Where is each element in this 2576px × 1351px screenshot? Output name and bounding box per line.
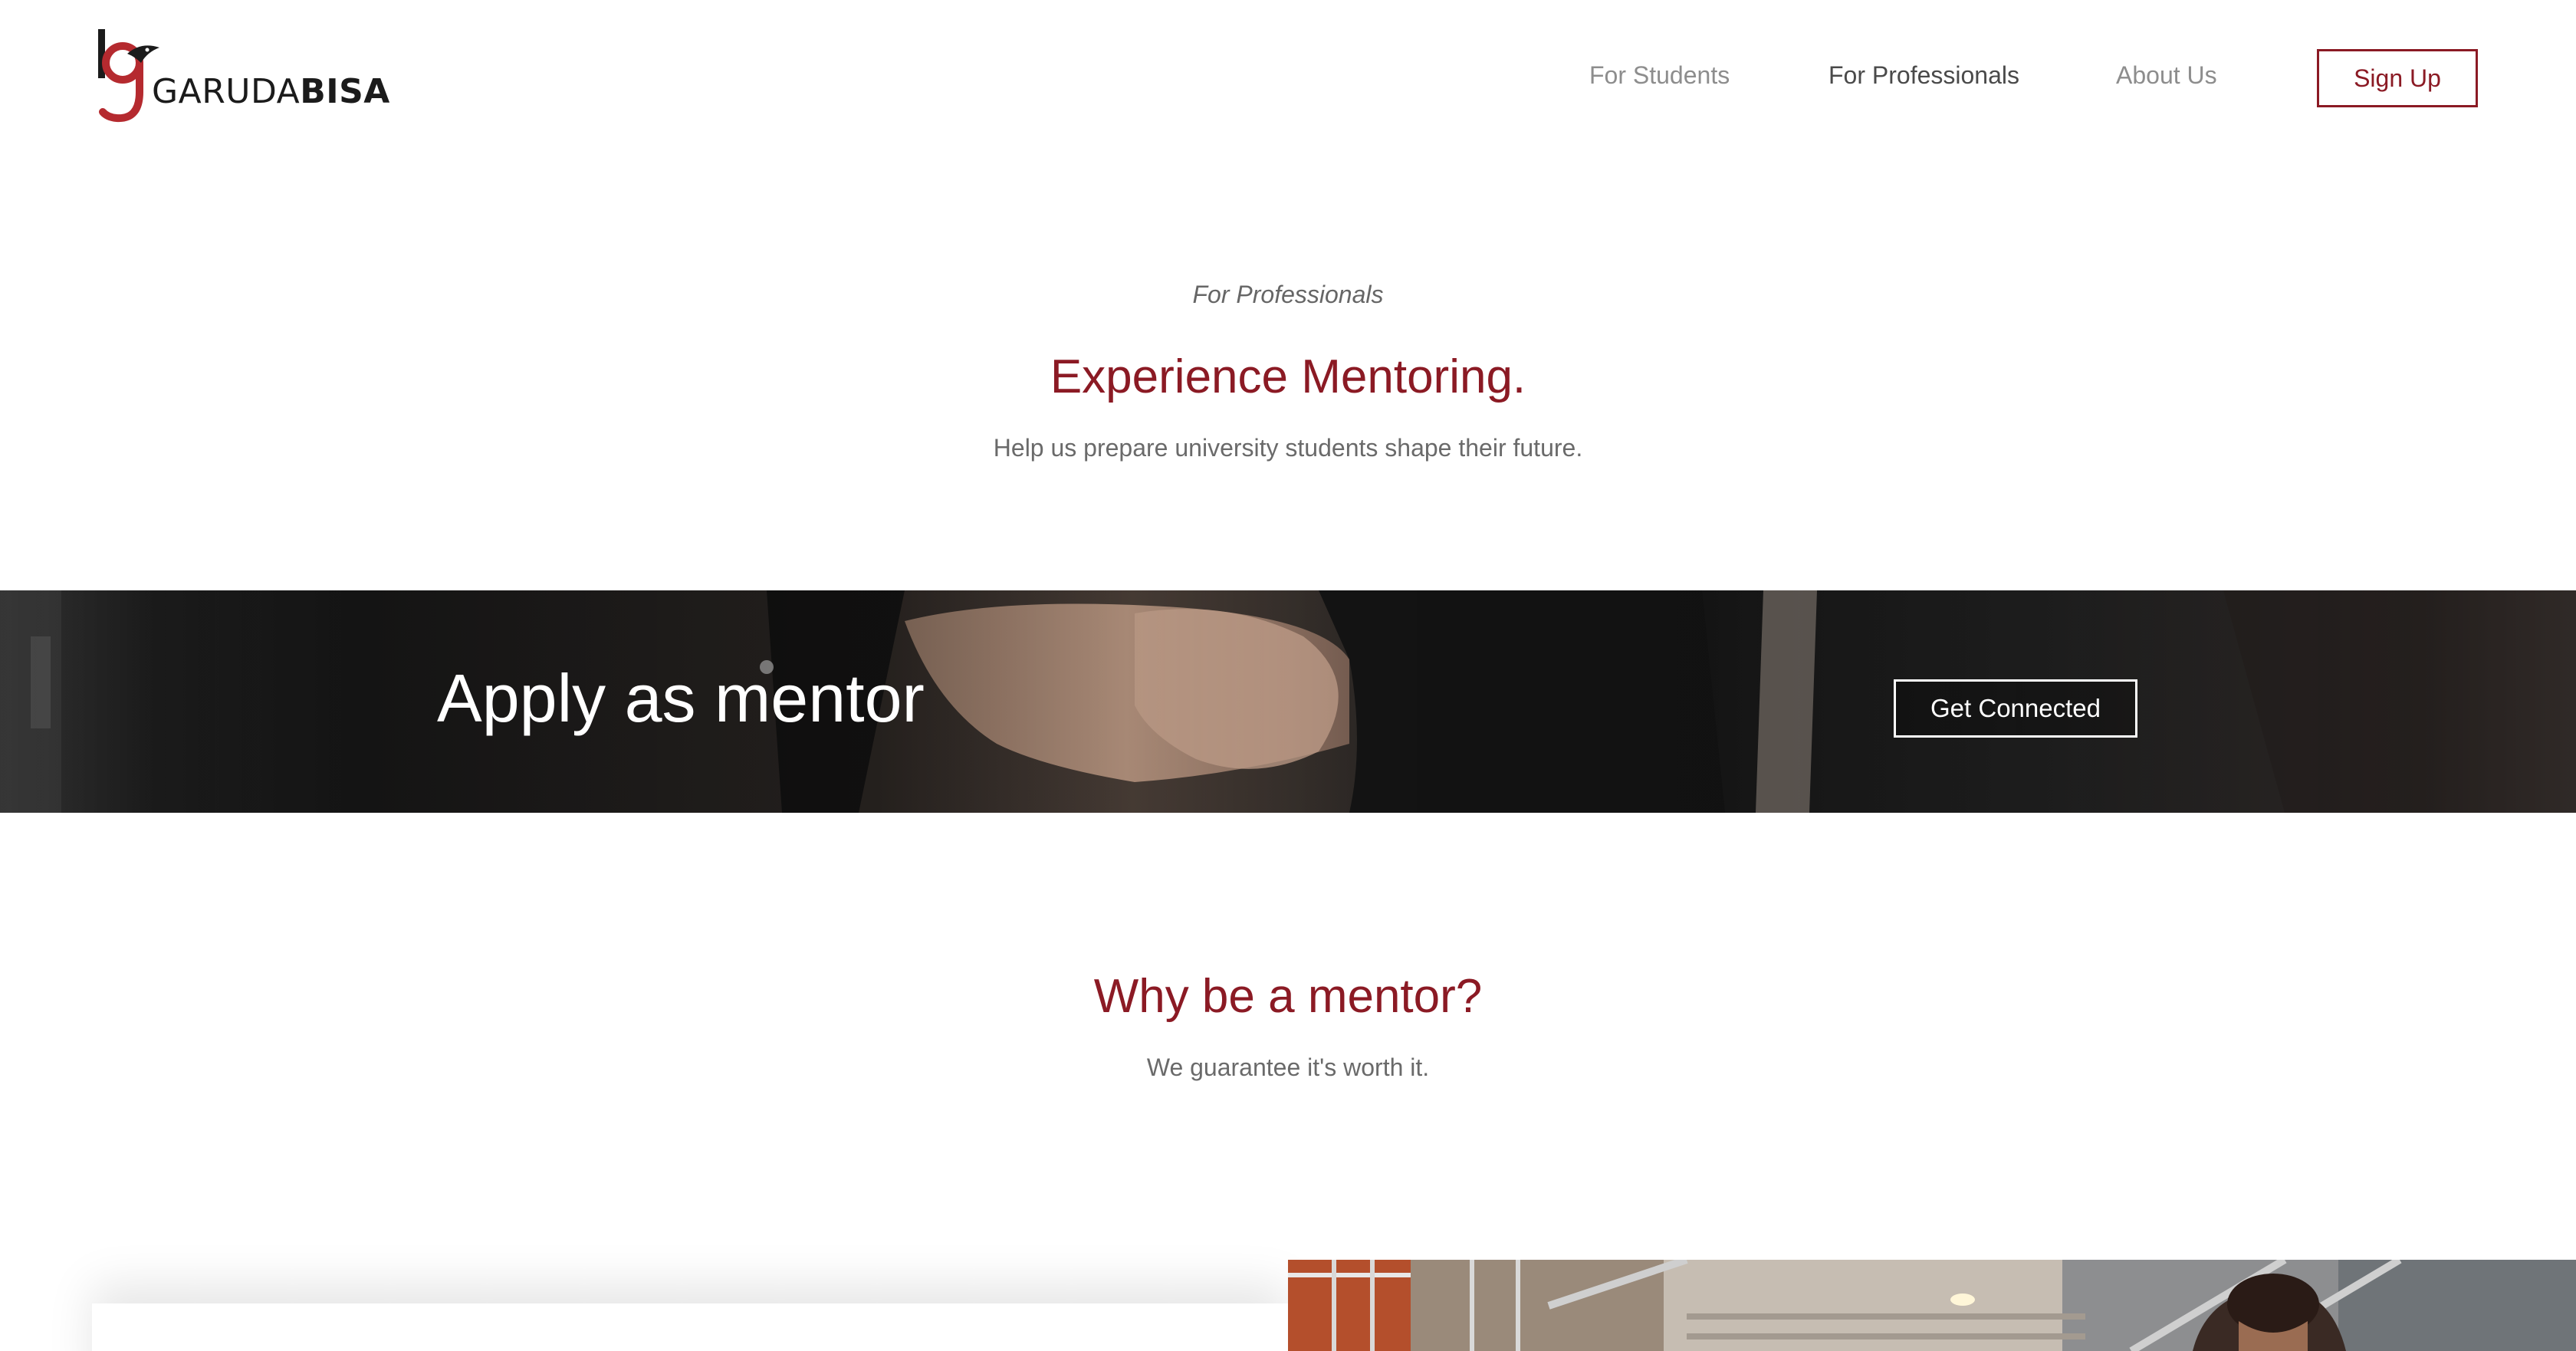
section-eyebrow: For Professionals (1192, 281, 1384, 308)
page: GARUDABISA For Students For Professional… (0, 0, 2576, 1351)
banner-title: Apply as mentor (437, 660, 925, 736)
nav-for-students[interactable]: For Students (1589, 61, 1730, 90)
site-header: GARUDABISA For Students For Professional… (0, 0, 2576, 153)
nav-about-us[interactable]: About Us (2116, 61, 2217, 90)
main-nav: For Students For Professionals About Us … (0, 49, 2576, 110)
apply-banner: Apply as mentor Get Connected (0, 590, 2576, 813)
page-title: Experience Mentoring. (1050, 350, 1526, 403)
get-connected-button[interactable]: Get Connected (1894, 679, 2137, 738)
why-subtitle: We guarantee it's worth it. (1146, 1054, 1430, 1081)
mentor-photo (1288, 1260, 2576, 1351)
page-subtitle: Help us prepare university students shap… (993, 434, 1583, 462)
content-card (92, 1303, 1288, 1351)
student-stairs-photo (1288, 1260, 2576, 1351)
why-title: Why be a mentor? (1093, 970, 1483, 1023)
handshake-photo (0, 590, 2576, 813)
nav-for-professionals[interactable]: For Professionals (1829, 61, 2019, 90)
sign-up-button[interactable]: Sign Up (2317, 49, 2478, 107)
